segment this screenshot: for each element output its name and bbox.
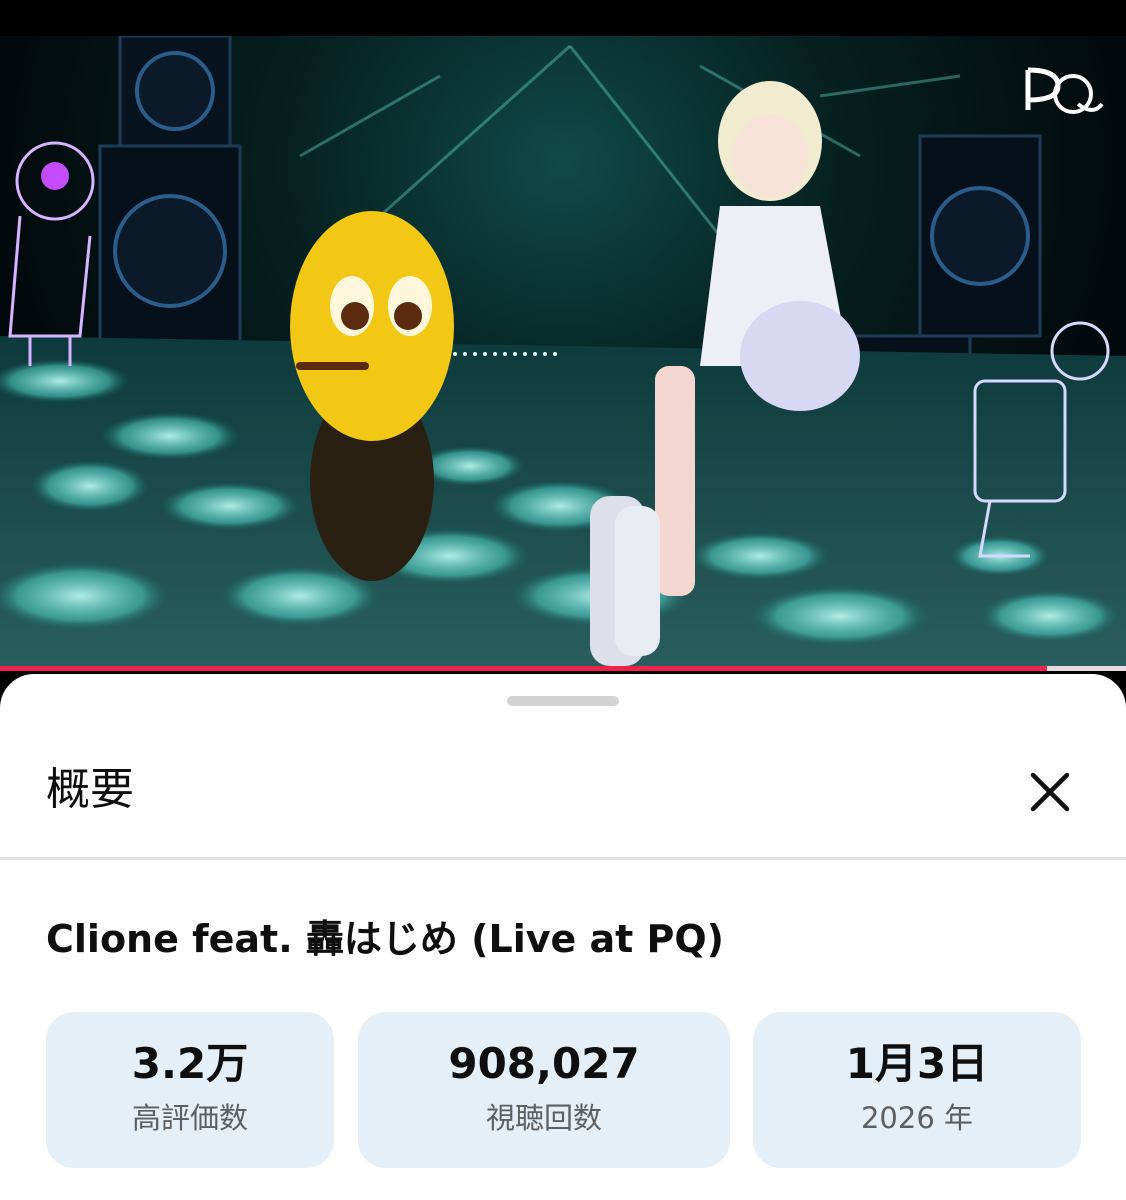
views-label: 視聴回数 bbox=[485, 1101, 602, 1135]
sheet-title: 概要 bbox=[46, 764, 134, 815]
sheet-divider bbox=[0, 857, 1126, 860]
status-bar bbox=[0, 0, 1126, 36]
close-button[interactable] bbox=[1016, 762, 1084, 822]
likes-count: 3.2万 bbox=[131, 1039, 249, 1088]
publish-date-stat: 1月3日 2026 年 bbox=[753, 1012, 1081, 1168]
video-title: Clione feat. 轟はじめ (Live at PQ) bbox=[46, 917, 725, 961]
video-progress-fill bbox=[0, 666, 1048, 671]
video-progress-bar[interactable] bbox=[0, 666, 1126, 671]
video-player[interactable] bbox=[0, 36, 1126, 668]
likes-label: 高評価数 bbox=[131, 1101, 248, 1135]
likes-stat: 3.2万 高評価数 bbox=[46, 1012, 334, 1168]
video-frame-illustration bbox=[0, 36, 1126, 668]
publish-date: 1月3日 bbox=[845, 1039, 989, 1088]
sheet-drag-handle[interactable] bbox=[507, 696, 619, 706]
views-count: 908,027 bbox=[448, 1039, 640, 1088]
close-icon bbox=[1030, 772, 1070, 812]
views-stat: 908,027 視聴回数 bbox=[358, 1012, 730, 1168]
publish-year: 2026 年 bbox=[860, 1101, 974, 1135]
pq-logo-icon bbox=[1018, 64, 1104, 124]
description-sheet: 概要 Clione feat. 轟はじめ (Live at PQ) 3.2万 高… bbox=[0, 674, 1126, 1200]
